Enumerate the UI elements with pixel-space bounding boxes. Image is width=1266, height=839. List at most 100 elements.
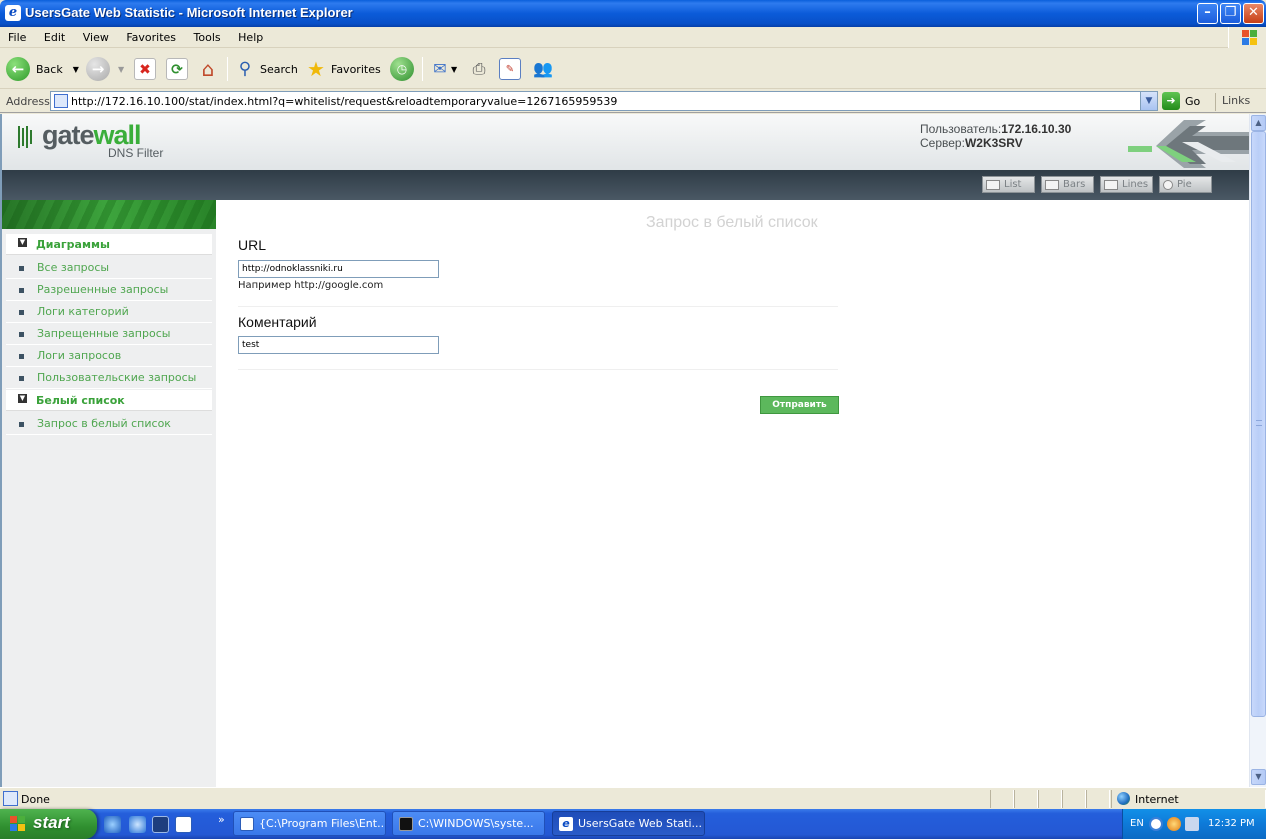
mail-dropdown-icon[interactable]: ▼ <box>451 65 457 74</box>
minimize-button[interactable]: – <box>1197 3 1218 24</box>
sidebar-item-whitelist-request[interactable]: Запрос в белый список <box>6 413 212 435</box>
view-lines-button[interactable]: Lines <box>1100 176 1153 193</box>
mail-icon: ✉ <box>433 59 447 78</box>
back-button[interactable]: ← Back ▼ <box>6 55 79 83</box>
address-bar: Address http://172.16.10.100/stat/index.… <box>0 90 1266 113</box>
bullet-icon <box>19 288 24 293</box>
cmd-icon <box>399 816 413 831</box>
star-icon: ★ <box>307 57 325 81</box>
forward-button[interactable]: → ▼ <box>86 55 124 83</box>
system-tray: EN 12:32 PM <box>1122 809 1266 839</box>
internet-explorer-icon: e <box>559 816 573 831</box>
quicklaunch-app-icon[interactable] <box>152 816 169 833</box>
menu-edit[interactable]: Edit <box>36 27 71 44</box>
bullet-icon <box>19 266 24 271</box>
tray-hide-icon[interactable] <box>1149 817 1163 831</box>
sidebar-item-denied-requests[interactable]: Запрещенные запросы <box>6 323 212 345</box>
edit-page-icon: ✎ <box>499 58 521 80</box>
sidebar-decoration <box>2 200 216 229</box>
close-button[interactable]: ✕ <box>1243 3 1264 24</box>
tray-app-icon[interactable] <box>1167 817 1181 831</box>
sidebar-item-category-logs[interactable]: Логи категорий <box>6 301 212 323</box>
main-content: Запрос в белый список URL Например http:… <box>216 200 1249 787</box>
start-button[interactable]: start <box>0 809 97 839</box>
scroll-thumb[interactable] <box>1251 131 1266 717</box>
comment-input[interactable] <box>238 336 439 354</box>
menu-file[interactable]: File <box>0 27 32 44</box>
stop-icon: ✖ <box>134 58 156 80</box>
links-button[interactable]: Links <box>1215 93 1250 111</box>
quicklaunch-desktop-icon[interactable] <box>104 816 121 833</box>
menu-view[interactable]: View <box>75 27 115 44</box>
user-value: 172.16.10.30 <box>1001 122 1072 136</box>
window-titlebar[interactable]: e UsersGate Web Statistic - Microsoft In… <box>0 0 1266 27</box>
taskbar-item-usersgate[interactable]: e UsersGate Web Stati... <box>552 811 705 836</box>
page-done-icon <box>3 791 18 806</box>
view-pie-button[interactable]: Pie <box>1159 176 1212 193</box>
stop-button[interactable]: ✖ <box>134 55 156 83</box>
home-button[interactable]: ⌂ <box>197 55 219 83</box>
sidebar-item-all-requests[interactable]: Все запросы <box>6 257 212 279</box>
address-url[interactable]: http://172.16.10.100/stat/index.html?q=w… <box>71 95 617 108</box>
sidebar-item-request-logs[interactable]: Логи запросов <box>6 345 212 367</box>
status-text: Done <box>21 793 50 806</box>
collapse-arrow-icon: ▼ <box>18 394 27 403</box>
divider <box>238 306 838 307</box>
sidebar-section-whitelist[interactable]: ▼ Белый список <box>6 390 212 411</box>
taskbar-item-program-files[interactable]: {C:\Program Files\Ent... <box>233 811 386 836</box>
page-viewport: gatewall DNS Filter Пользователь:172.16.… <box>0 114 1266 787</box>
bullet-icon <box>19 376 24 381</box>
search-button[interactable]: ⚲ Search <box>234 55 298 83</box>
edit-button[interactable]: ✎ <box>499 55 521 83</box>
network-icon[interactable] <box>1185 817 1199 831</box>
clock[interactable]: 12:32 PM <box>1208 818 1255 829</box>
address-dropdown-icon[interactable]: ▼ <box>1140 92 1157 110</box>
submit-button[interactable]: Отправить <box>760 396 839 414</box>
history-button[interactable]: ◷ <box>390 55 414 83</box>
site-header: gatewall DNS Filter Пользователь:172.16.… <box>2 114 1249 170</box>
status-bar: Done Internet <box>0 787 1266 809</box>
back-dropdown-icon[interactable]: ▼ <box>73 65 79 74</box>
url-label: URL <box>238 237 267 253</box>
restore-button[interactable]: ❐ <box>1220 3 1241 24</box>
bars-icon <box>1045 179 1059 190</box>
scroll-up-button[interactable]: ▲ <box>1251 115 1266 131</box>
menu-tools[interactable]: Tools <box>186 27 227 44</box>
quicklaunch-window-icon[interactable] <box>175 816 192 833</box>
sidebar-item-user-requests[interactable]: Пользовательские запросы <box>6 367 212 389</box>
page-title: Запрос в белый список <box>646 214 818 231</box>
refresh-button[interactable]: ⟳ <box>166 55 188 83</box>
view-list-button[interactable]: List <box>982 176 1035 193</box>
view-bars-button[interactable]: Bars <box>1041 176 1094 193</box>
lines-icon <box>1104 179 1118 190</box>
quicklaunch-ie-icon[interactable] <box>129 816 146 833</box>
browser-toolbar: ← Back ▼ → ▼ ✖ ⟳ ⌂ ⚲ Search ★ Favorites … <box>0 49 1266 89</box>
back-arrow-icon: ← <box>6 57 30 81</box>
pie-icon <box>1163 179 1173 190</box>
language-indicator[interactable]: EN <box>1130 818 1144 829</box>
messenger-button[interactable]: 👥 <box>532 55 554 83</box>
address-input[interactable]: http://172.16.10.100/stat/index.html?q=w… <box>50 91 1158 111</box>
mail-button[interactable]: ✉ ▼ <box>429 55 457 83</box>
go-button[interactable]: ➜ Go <box>1162 92 1200 110</box>
header-arrow-graphic <box>1128 120 1249 168</box>
bullet-icon <box>19 354 24 359</box>
sidebar-item-allowed-requests[interactable]: Разрешенные запросы <box>6 279 212 301</box>
messenger-icon: 👥 <box>533 59 553 78</box>
menu-favorites[interactable]: Favorites <box>118 27 182 44</box>
quicklaunch-expand-icon[interactable]: » <box>218 813 225 826</box>
bullet-icon <box>19 422 24 427</box>
vertical-scrollbar[interactable]: ▲ ▼ <box>1249 114 1266 787</box>
back-label: Back <box>36 62 63 76</box>
url-input[interactable] <box>238 260 439 278</box>
forward-dropdown-icon[interactable]: ▼ <box>118 65 124 74</box>
user-label: Пользователь: <box>920 122 1002 136</box>
internet-zone-icon <box>1117 792 1130 805</box>
logo-bars-icon <box>18 126 32 148</box>
scroll-down-button[interactable]: ▼ <box>1251 769 1266 785</box>
sidebar-section-charts[interactable]: ▼ Диаграммы <box>6 234 212 255</box>
favorites-button[interactable]: ★ Favorites <box>305 55 381 83</box>
print-button[interactable]: ⎙ <box>468 55 490 83</box>
taskbar-item-cmd[interactable]: C:\WINDOWS\syste... <box>392 811 545 836</box>
menu-help[interactable]: Help <box>230 27 269 44</box>
